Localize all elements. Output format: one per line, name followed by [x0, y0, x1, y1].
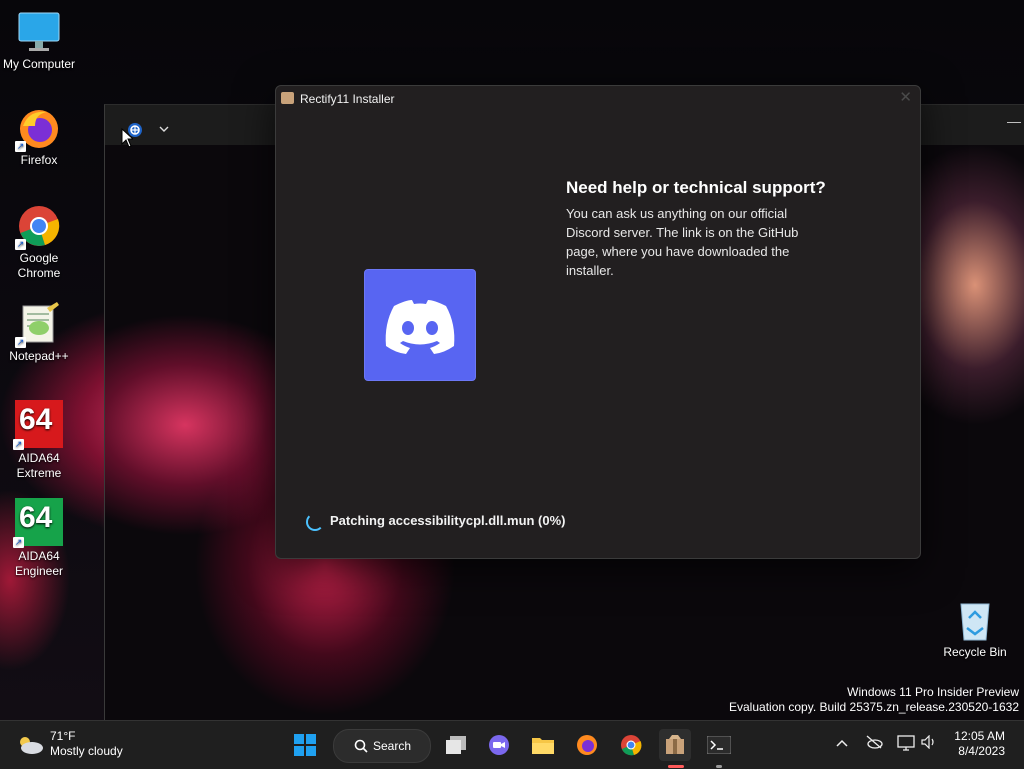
folder-icon [532, 738, 554, 754]
chevron-up-icon[interactable] [835, 735, 849, 751]
desktop-icon-aida64-engineer[interactable]: 64 ↗ AIDA64 Engineer [1, 498, 77, 579]
discord-icon [385, 300, 455, 354]
installer-package-icon [666, 735, 684, 754]
desktop-icon-label: My Computer [2, 57, 76, 71]
window-title: Rectify11 Installer [300, 92, 395, 106]
aida64-extreme-icon: 64 ↗ [13, 400, 63, 450]
minimize-icon[interactable]: — [1007, 113, 1021, 129]
progress-spinner [306, 513, 324, 531]
help-heading: Need help or technical support? [566, 178, 826, 197]
shortcut-arrow-icon: ↗ [13, 439, 24, 450]
patching-status: Patching accessibilitycpl.dll.mun (0%) [330, 513, 566, 528]
desktop-icon-label: Google Chrome [17, 251, 61, 280]
teams-chat-button[interactable] [483, 729, 515, 761]
desktop-icon-label: Firefox [20, 153, 58, 167]
terminal-taskbar-button[interactable] [703, 729, 735, 761]
discord-logo-card [364, 269, 476, 381]
desktop-icon-google-chrome[interactable]: ↗ Google Chrome [1, 204, 77, 281]
cloudy-weather-icon [20, 737, 43, 754]
mouse-cursor-icon [121, 128, 133, 148]
task-view-button[interactable] [440, 729, 472, 761]
desktop-icon-firefox[interactable]: ↗ Firefox [1, 106, 77, 168]
installer-taskbar-button[interactable] [659, 729, 691, 761]
volume-icon[interactable] [921, 734, 937, 752]
weather-temp: 71°F [50, 729, 76, 743]
notepad-plus-plus-icon: ↗ [15, 302, 61, 348]
aida64-engineer-icon: 64 ↗ [13, 498, 63, 548]
chevron-down-icon[interactable] [159, 125, 169, 133]
network-icon[interactable] [897, 735, 915, 754]
shortcut-arrow-icon: ↗ [15, 141, 26, 152]
file-explorer-button[interactable] [527, 729, 559, 761]
chrome-icon [621, 735, 642, 756]
desktop-icon-aida64-extreme[interactable]: 64 ↗ AIDA64 Extreme [1, 400, 77, 481]
desktop-icon-label: AIDA64 Engineer [14, 549, 64, 578]
close-icon[interactable]: ✕ [899, 88, 912, 106]
onedrive-offline-icon[interactable] [865, 735, 883, 752]
start-button[interactable] [289, 729, 321, 761]
weather-description: Mostly cloudy [50, 744, 123, 758]
desktop-icon-my-computer[interactable]: My Computer [1, 10, 77, 72]
chrome-icon: ↗ [15, 204, 61, 250]
firefox-taskbar-button[interactable] [571, 729, 603, 761]
aida64-badge: 64 [19, 403, 53, 436]
recycle-bin-icon [953, 598, 997, 642]
windows-logo-icon [294, 734, 316, 756]
desktop-icon-label: Recycle Bin [943, 645, 1007, 659]
terminal-icon [707, 736, 731, 754]
aida64-badge: 64 [19, 501, 53, 534]
task-view-icon [446, 736, 466, 754]
chrome-taskbar-button[interactable] [615, 729, 647, 761]
shortcut-arrow-icon: ↗ [13, 537, 24, 548]
clock-time: 12:05 AM [954, 729, 1005, 743]
shortcut-arrow-icon: ↗ [15, 239, 26, 250]
desktop-icon-label: AIDA64 Extreme [16, 451, 62, 480]
windows-watermark: Windows 11 Pro Insider Preview Evaluatio… [729, 685, 1019, 715]
clock-date: 8/4/2023 [958, 744, 1005, 758]
firefox-icon: ↗ [15, 106, 61, 152]
watermark-edition: Windows 11 Pro Insider Preview [847, 685, 1019, 699]
rectify11-installer-window[interactable]: Rectify11 Installer ✕ Need help or techn… [275, 85, 921, 559]
search-icon [354, 739, 368, 753]
taskbar-search-button[interactable]: Search [333, 729, 431, 763]
shortcut-arrow-icon: ↗ [15, 337, 26, 348]
desktop-icon-notepad-plus-plus[interactable]: ↗ Notepad++ [1, 302, 77, 364]
desktop-icon-recycle-bin[interactable]: Recycle Bin [937, 598, 1013, 660]
installer-app-icon [281, 92, 294, 104]
watermark-build: Evaluation copy. Build 25375.zn_release.… [729, 700, 1019, 714]
desktop-icon-label: Notepad++ [9, 349, 69, 363]
taskbar: 71°F Mostly cloudy Search 12:05 AM 8/4/2… [0, 720, 1024, 769]
chat-camera-icon [489, 735, 509, 755]
taskbar-clock[interactable]: 12:05 AM 8/4/2023 [954, 729, 1005, 759]
search-label: Search [373, 739, 412, 753]
firefox-icon [577, 735, 597, 755]
help-text: You can ask us anything on our official … [566, 206, 799, 278]
monitor-icon [17, 10, 61, 54]
